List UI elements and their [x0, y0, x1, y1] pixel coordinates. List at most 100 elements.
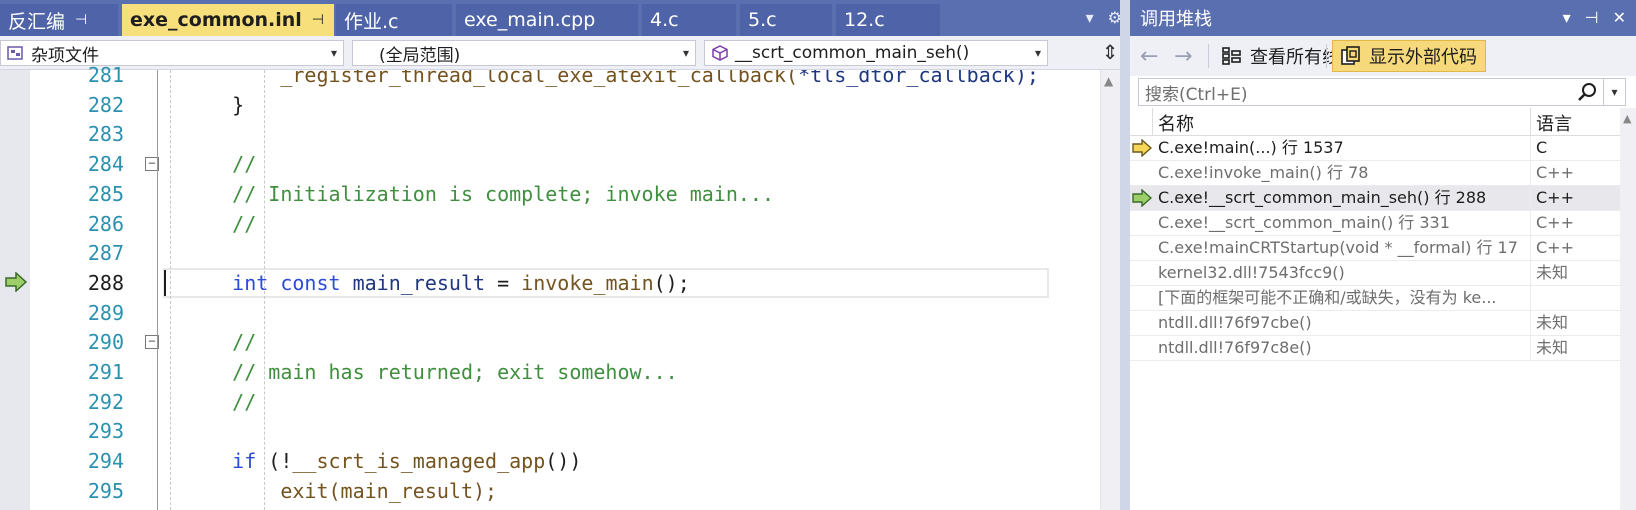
code-line[interactable]: //	[184, 149, 1100, 179]
call-stack-row[interactable]: C.exe!__scrt_common_main() 行 331 C++	[1130, 211, 1620, 236]
split-window-button[interactable]: ⇕	[1100, 42, 1120, 64]
frame-language: C++	[1536, 238, 1574, 257]
code-token: //	[184, 152, 257, 176]
code-token: exit(main_result);	[184, 479, 498, 503]
frame-name: [下面的框架可能不正确和/或缺失，没有为 ke...	[1158, 288, 1497, 307]
code-token: if	[184, 449, 257, 473]
code-token: _register_thread_local_exe_atexit_callba…	[184, 70, 799, 87]
line-number: 290	[87, 330, 124, 354]
indent-guide	[264, 70, 265, 510]
editor-vertical-scrollbar[interactable]: ▲	[1100, 70, 1120, 510]
forward-arrow-icon[interactable]: →	[1174, 44, 1192, 69]
indicator-margin[interactable]	[0, 70, 30, 510]
toolbar-separator	[1208, 44, 1209, 68]
code-line[interactable]: //	[184, 209, 1100, 239]
tab-homework-c[interactable]: 作业.c	[336, 4, 452, 36]
code-token: //	[184, 390, 257, 414]
navigation-bar: 杂项文件 ▾ (全局范围) ▾ __scrt_common_main_seh()…	[0, 36, 1128, 70]
code-line[interactable]	[184, 416, 1100, 446]
column-divider	[1530, 336, 1531, 361]
threads-icon	[1222, 47, 1241, 65]
call-stack-row[interactable]: C.exe!mainCRTStartup(void * __formal) 行 …	[1130, 236, 1620, 261]
outlining-line	[157, 70, 158, 510]
pin-icon[interactable]: ⊣	[75, 12, 87, 28]
call-stack-row[interactable]: C.exe!main(...) 行 1537 C	[1130, 136, 1620, 161]
tab-label: exe_main.cpp	[464, 9, 596, 31]
code-line[interactable]: }	[184, 90, 1100, 120]
chevron-down-icon: ▾	[682, 46, 689, 60]
tab-label: 反汇编	[8, 10, 66, 33]
tab-disassembly[interactable]: 反汇编 ⊣	[0, 4, 118, 36]
line-number: 283	[87, 122, 124, 146]
frame-language: C++	[1536, 213, 1574, 232]
code-line[interactable]: // main has returned; exit somehow...	[184, 357, 1100, 387]
scroll-up-arrow-icon[interactable]: ▲	[1104, 74, 1113, 88]
scroll-up-arrow-icon[interactable]: ▲	[1623, 112, 1631, 125]
toolbar-separator	[1326, 44, 1327, 68]
call-stack-row[interactable]: ntdll.dll!76f97c8e() 未知	[1130, 336, 1620, 361]
back-arrow-icon[interactable]: ←	[1140, 44, 1158, 69]
code-line[interactable]	[184, 238, 1100, 268]
column-divider	[1530, 311, 1531, 336]
line-number: 292	[87, 390, 124, 414]
scope-label: (全局范围)	[379, 45, 461, 66]
window-position-dropdown-icon[interactable]: ▾	[1563, 8, 1571, 27]
tab-label: 4.c	[650, 9, 679, 31]
tab-exe-common-inl[interactable]: exe_common.inl ⊣ ✕	[122, 4, 334, 36]
tab-list-dropdown-icon[interactable]: ▾	[1086, 8, 1094, 27]
tab-bar-tools: ▾ ⚙	[1086, 8, 1122, 27]
code-token: *tls_dtor_callback);	[798, 70, 1039, 87]
tab-12-c[interactable]: 12.c	[836, 4, 940, 36]
call-stack-toolbar: ← → 查看所有线程 显示外部代码	[1130, 36, 1636, 76]
call-stack-row[interactable]: kernel32.dll!7543fcc9() 未知	[1130, 261, 1620, 286]
tab-4-c[interactable]: 4.c	[642, 4, 736, 36]
code-line[interactable]	[184, 119, 1100, 149]
call-stack-row[interactable]: C.exe!__scrt_common_main_seh() 行 288 C++	[1130, 186, 1620, 211]
column-divider[interactable]	[1530, 108, 1531, 136]
pin-icon[interactable]: ⊣	[312, 12, 324, 28]
column-header-name[interactable]: 名称	[1158, 110, 1194, 136]
code-line[interactable]: if (!__scrt_is_managed_app())	[184, 446, 1100, 476]
close-icon[interactable]: ✕	[1613, 8, 1626, 27]
show-external-code-button[interactable]: 显示外部代码	[1332, 40, 1486, 72]
scope-dropdown[interactable]: (全局范围) ▾	[352, 40, 696, 66]
tab-label: 作业.c	[344, 10, 399, 33]
frame-name: C.exe!mainCRTStartup(void * __formal) 行 …	[1158, 238, 1518, 257]
call-stack-vertical-scrollbar[interactable]: ▲	[1620, 108, 1636, 510]
misc-files-icon	[7, 46, 23, 60]
panel-splitter[interactable]	[1120, 0, 1130, 510]
call-stack-row[interactable]: ntdll.dll!76f97cbe() 未知	[1130, 311, 1620, 336]
column-header-language[interactable]: 语言	[1536, 110, 1572, 136]
current-line-highlight	[163, 268, 1049, 298]
call-stack-row[interactable]: [下面的框架可能不正确和/或缺失，没有为 ke...	[1130, 286, 1620, 311]
frame-language: C	[1536, 138, 1548, 157]
chevron-down-icon: ▾	[1034, 46, 1041, 60]
call-stack-search-input[interactable]: 搜索(Ctrl+E) ▾	[1138, 78, 1626, 106]
code-line[interactable]: //	[184, 327, 1100, 357]
line-number-margin: 281 282 283 284 285 286 287 288 289 290 291 292 293 2…	[30, 63, 150, 510]
frame-name: C.exe!invoke_main() 行 78	[1158, 163, 1369, 182]
tab-5-c[interactable]: 5.c	[740, 4, 832, 36]
code-token: }	[184, 93, 245, 117]
frame-language: C++	[1536, 188, 1574, 207]
pin-icon[interactable]: ⊣	[1585, 8, 1599, 27]
project-dropdown[interactable]: 杂项文件 ▾	[0, 40, 344, 66]
code-line[interactable]: // Initialization is complete; invoke ma…	[184, 179, 1100, 209]
call-stack-grid: 名称 语言 C.exe!main(...) 行 1537 C C.exe!invok…	[1130, 108, 1620, 510]
line-number: 286	[87, 212, 124, 236]
tab-exe-main-cpp[interactable]: exe_main.cpp	[456, 4, 638, 36]
search-icon[interactable]	[1577, 82, 1597, 102]
search-options-dropdown-icon[interactable]: ▾	[1603, 79, 1625, 105]
panel-title: 调用堆栈	[1140, 9, 1212, 30]
code-line[interactable]: //	[184, 387, 1100, 417]
code-line[interactable]: _register_thread_local_exe_atexit_callba…	[184, 70, 1100, 90]
line-number: 294	[87, 449, 124, 473]
frame-name: C.exe!__scrt_common_main() 行 331	[1158, 213, 1450, 232]
code-line[interactable]: exit(main_result);	[184, 476, 1100, 506]
call-stack-row[interactable]: C.exe!invoke_main() 行 78 C++	[1130, 161, 1620, 186]
column-divider	[1530, 236, 1531, 261]
code-line[interactable]	[184, 298, 1100, 328]
member-dropdown[interactable]: __scrt_common_main_seh() ▾	[704, 40, 1048, 66]
code-token: ())	[545, 449, 582, 473]
return-frame-arrow-icon	[1132, 189, 1152, 207]
